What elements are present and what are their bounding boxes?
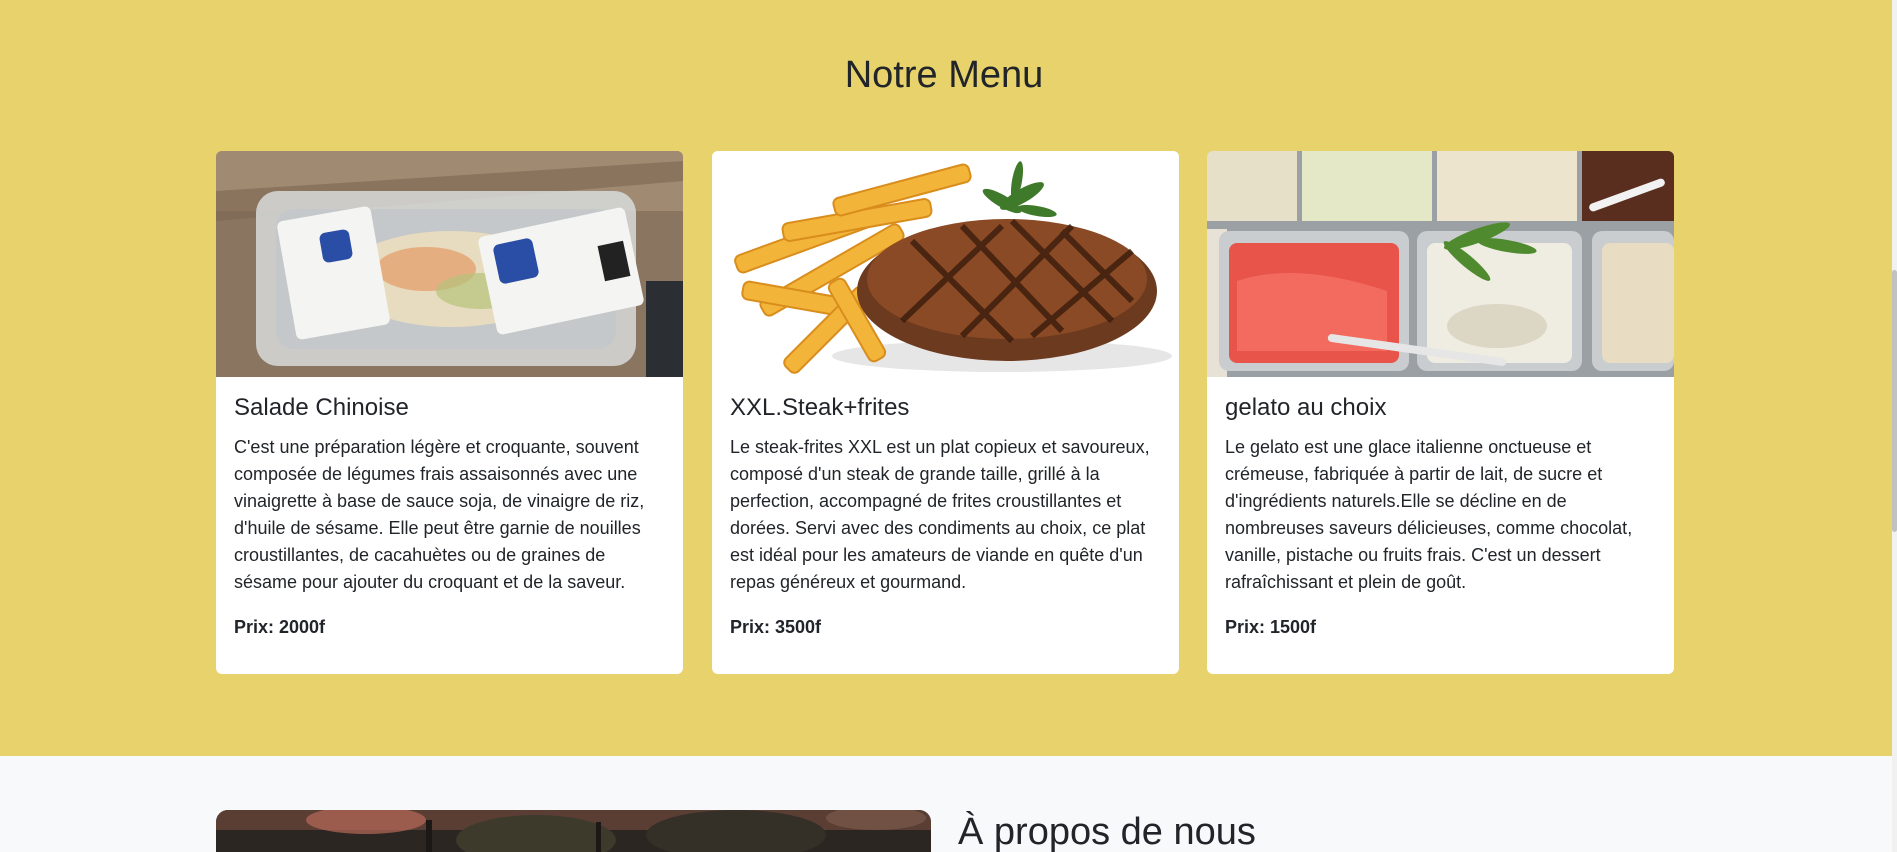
restaurant-exterior-photo: [216, 810, 931, 852]
card-body: XXL.Steak+frites Le steak-frites XXL est…: [730, 392, 1164, 641]
card-description: Le gelato est une glace italienne onctue…: [1225, 437, 1633, 592]
card-description: C'est une préparation légère et croquant…: [234, 437, 645, 592]
card-price: Prix: 2000f: [234, 617, 326, 637]
card-title: gelato au choix: [1225, 394, 1387, 421]
card-title: Salade Chinoise: [234, 394, 409, 421]
steak-fries-photo: [712, 151, 1179, 377]
menu-section: Notre Menu Salade Chinoise C'est une pré…: [0, 0, 1892, 756]
gelato-display-photo: [1207, 151, 1674, 377]
page: Notre Menu Salade Chinoise C'est une pré…: [0, 0, 1897, 852]
menu-card-salade: Salade Chinoise C'est une préparation lé…: [216, 151, 683, 674]
page-scrollbar[interactable]: [1892, 0, 1897, 852]
card-price: Prix: 1500f: [1225, 617, 1317, 637]
card-title: XXL.Steak+frites: [730, 394, 910, 421]
card-body: Salade Chinoise C'est une préparation lé…: [234, 392, 668, 641]
menu-card-gelato: gelato au choix Le gelato est une glace …: [1207, 151, 1674, 674]
card-description: Le steak-frites XXL est un plat copieux …: [730, 437, 1150, 592]
card-price: Prix: 3500f: [730, 617, 822, 637]
menu-title: Notre Menu: [844, 54, 1044, 96]
scrollbar-thumb[interactable]: [1892, 270, 1897, 532]
salad-container-photo: [216, 151, 683, 377]
about-title: À propos de nous: [958, 811, 1256, 852]
menu-card-steak: XXL.Steak+frites Le steak-frites XXL est…: [712, 151, 1179, 674]
card-body: gelato au choix Le gelato est une glace …: [1225, 392, 1659, 641]
